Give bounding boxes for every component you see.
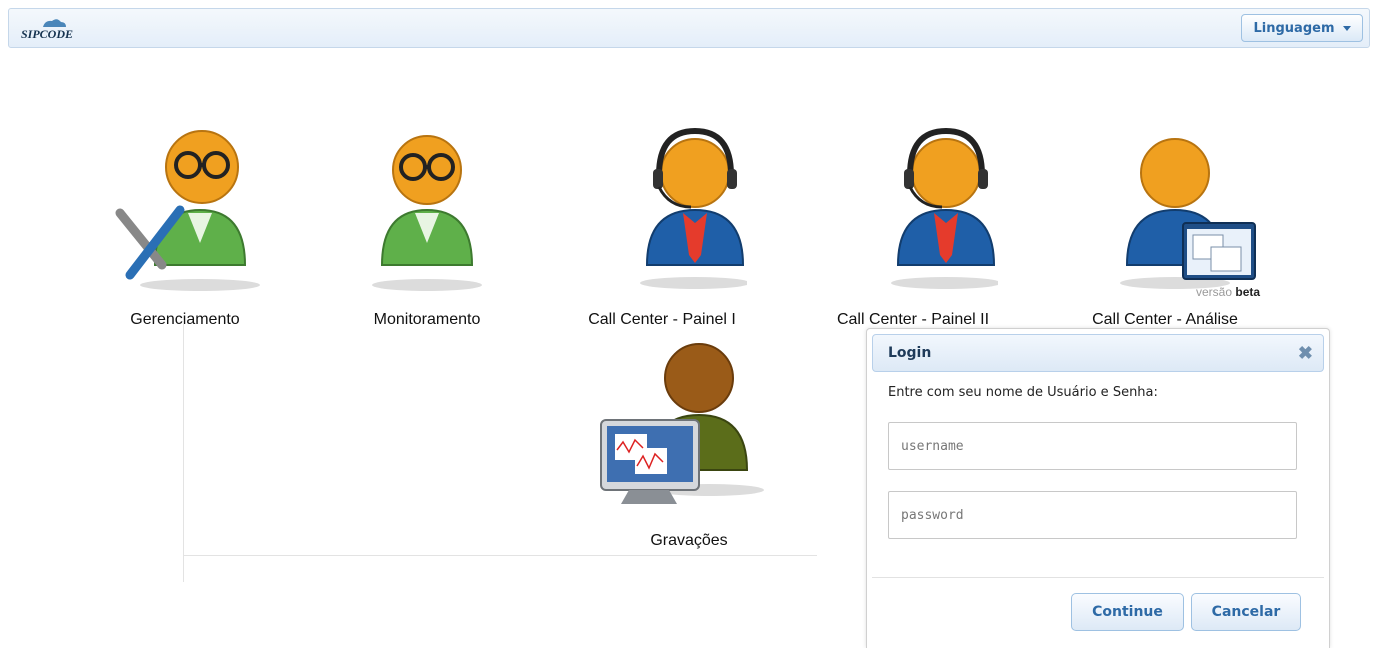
language-label: Linguagem <box>1253 20 1335 36</box>
svg-text:SIPCODE: SIPCODE <box>21 27 73 41</box>
top-bar: SIPCODE Linguagem <box>8 8 1370 48</box>
login-instructions: Entre com seu nome de Usuário e Senha: <box>888 385 1158 400</box>
app-gravacoes[interactable]: Gravações <box>589 340 789 555</box>
close-icon[interactable]: ✖ <box>1298 343 1313 364</box>
app-call-center-analise[interactable]: Call Center - Análise <box>1065 125 1265 335</box>
recordings-screen-icon <box>600 343 764 504</box>
app-label: Gravações <box>650 532 728 549</box>
agent-headset-icon <box>891 127 998 289</box>
app-label: Call Center - Painel I <box>588 311 736 328</box>
app-label: Call Center - Análise <box>1092 311 1238 328</box>
username-input[interactable] <box>888 422 1297 470</box>
app-monitoramento[interactable]: Monitoramento <box>327 125 527 335</box>
dialog-footer-divider <box>872 577 1324 578</box>
continue-button[interactable]: Continue <box>1071 593 1184 631</box>
manager-wrench-icon <box>115 130 260 291</box>
sipcode-logo: SIPCODE <box>21 19 73 41</box>
password-input[interactable] <box>888 491 1297 539</box>
language-dropdown[interactable]: Linguagem <box>1241 14 1363 42</box>
app-label: Call Center - Painel II <box>836 311 990 328</box>
login-dialog: Login ✖ Entre com seu nome de Usuário e … <box>866 328 1330 648</box>
dialog-title: Login <box>888 345 932 361</box>
chevron-down-icon <box>1342 25 1351 31</box>
agent-headset-icon <box>640 127 747 289</box>
cancel-button[interactable]: Cancelar <box>1191 593 1301 631</box>
analysis-window-icon <box>1120 138 1256 289</box>
divider-vertical <box>183 320 184 582</box>
app-label: Gerenciamento <box>130 311 240 328</box>
app-label: Monitoramento <box>373 311 481 328</box>
beta-badge: versão beta <box>1196 285 1261 299</box>
app-call-center-painel-2[interactable]: Call Center - Painel II <box>813 125 1013 335</box>
divider-horizontal <box>183 555 817 556</box>
app-gerenciamento[interactable]: Gerenciamento <box>85 125 285 335</box>
app-call-center-painel-1[interactable]: Call Center - Painel I <box>562 125 762 335</box>
dialog-titlebar[interactable]: Login ✖ <box>872 334 1324 372</box>
monitor-user-icon <box>372 135 482 291</box>
